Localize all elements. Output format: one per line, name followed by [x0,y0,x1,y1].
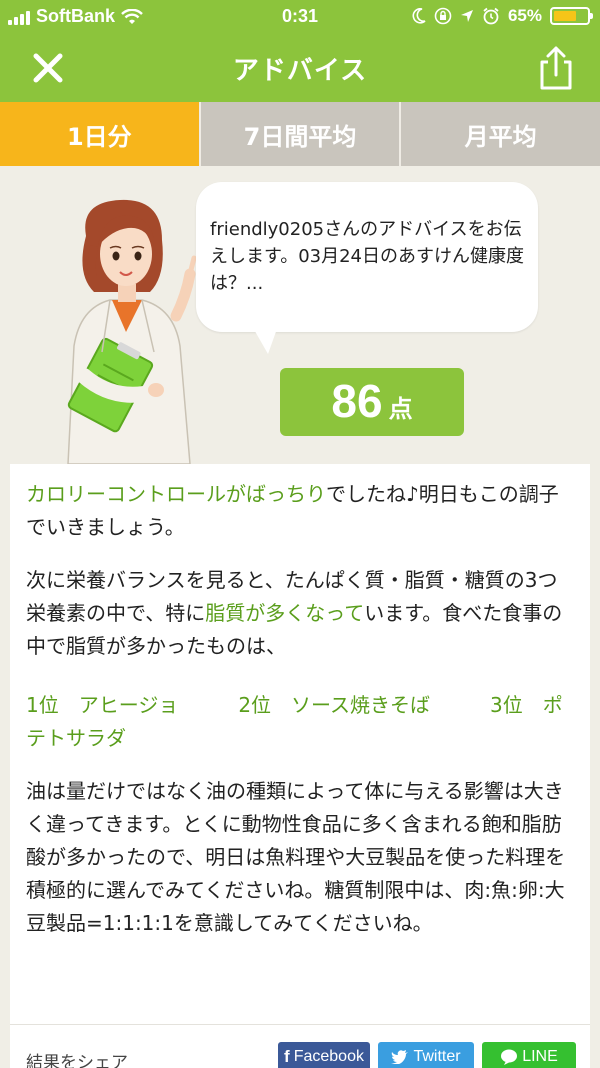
advice-highlight-fat: 脂質が多くなって [205,601,365,625]
twitter-bird-icon [391,1050,409,1064]
advice-paragraph-1: カロリーコントロールがばっちりでしたね♪明日もこの調子でいきましょう。 [26,478,574,544]
advice-highlight-calorie: カロリーコントロールがばっちり [26,482,326,506]
line-icon [501,1049,518,1065]
rotation-lock-icon [434,7,452,25]
facebook-share-button[interactable]: f Facebook [278,1042,370,1068]
fat-ranking-list: 1位 アヒージョ 2位 ソース焼きそば 3位 ポテトサラダ [26,693,563,750]
line-share-button[interactable]: LINE [482,1042,576,1068]
location-icon [460,10,473,22]
tab-monthly-average[interactable]: 月平均 [399,102,600,166]
share-label: 結果をシェア [26,1053,128,1068]
share-divider [10,1024,590,1025]
share-icon[interactable] [534,44,578,92]
status-bar: SoftBank 0:31 65% [0,0,600,34]
advice-speech-bubble: friendly0205さんのアドバイスをお伝えします。03月24日のあすけん健… [196,182,538,332]
advisor-illustration [67,199,197,464]
status-right: 65% [412,6,593,26]
alarm-icon [483,7,499,25]
bubble-tail [252,326,278,354]
facebook-icon: f [284,1047,290,1066]
advice-paragraph-2: 次に栄養バランスを見ると、たんぱく質・脂質・糖質の3つ栄養素の中で、特に脂質が多… [26,564,574,663]
twitter-share-button[interactable]: Twitter [378,1042,474,1068]
share-buttons: f Facebook Twitter LINE [278,1042,576,1068]
battery-icon [550,7,593,25]
battery-percent: 65% [507,6,542,25]
moon-icon [412,8,426,24]
health-score-unit: 点 [388,395,413,423]
facebook-label: Facebook [293,1048,364,1065]
advice-paragraph-3: 油は量だけではなく油の種類によって体に与える影響は大きく違ってきます。とくに動物… [26,779,566,935]
period-tabs: 1日分 7日間平均 月平均 [0,102,600,166]
page-title: アドバイス [232,56,368,86]
line-label: LINE [522,1048,558,1065]
twitter-label: Twitter [413,1048,461,1065]
advice-card: カロリーコントロールがばっちりでしたね♪明日もこの調子でいきましょう。 次に栄養… [10,464,590,1068]
tab-1day[interactable]: 1日分 [0,102,199,166]
nav-bar: アドバイス [0,34,600,102]
health-score-badge: 86 点 [280,368,464,436]
health-score-value: 86 [331,375,383,427]
tab-7day-average[interactable]: 7日間平均 [198,102,400,166]
